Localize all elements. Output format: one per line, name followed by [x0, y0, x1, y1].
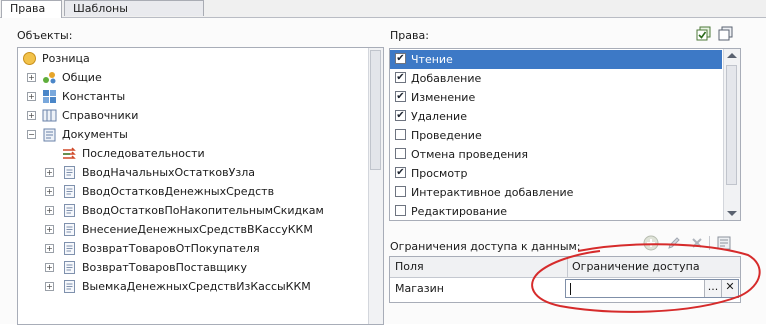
tab-label: Права	[10, 2, 46, 15]
expand-icon[interactable]: +	[45, 244, 54, 253]
tree-item-label: ВозвратТоваровПоставщику	[82, 261, 247, 274]
right-checkbox[interactable]: ✔	[395, 53, 406, 64]
tree-item[interactable]: Розница	[18, 49, 368, 68]
expand-icon[interactable]: +	[45, 263, 54, 272]
right-checkbox[interactable]	[395, 129, 406, 140]
tree-item[interactable]: + Справочники	[18, 106, 368, 125]
document-icon	[62, 165, 77, 180]
right-item[interactable]: Редактирование	[390, 202, 722, 220]
objects-tree[interactable]: Розница + Общие + Константы + Справочники − Доку…	[17, 47, 384, 325]
tree-item-label: Последовательности	[82, 147, 205, 160]
tree-item[interactable]: + ВводОстатковДенежныхСредств	[18, 182, 368, 201]
common-icon	[42, 70, 57, 85]
right-label: Просмотр	[411, 167, 468, 180]
expand-icon[interactable]: +	[27, 73, 36, 82]
tree-item-label: Константы	[62, 90, 126, 103]
tree-item-label: Документы	[62, 128, 128, 141]
scroll-up-arrow-icon[interactable]	[727, 53, 737, 58]
rights-scrollbar-thumb[interactable]	[726, 65, 737, 185]
expand-icon[interactable]: +	[45, 206, 54, 215]
right-checkbox[interactable]: ✔	[395, 167, 406, 178]
right-label: Добавление	[411, 72, 482, 85]
right-label: Отмена проведения	[411, 148, 529, 161]
tree-item[interactable]: + Константы	[18, 87, 368, 106]
sequences-icon	[62, 146, 77, 161]
rights-caption: Права:	[390, 29, 429, 42]
root-circle-icon	[22, 51, 37, 66]
right-item[interactable]: ✔ Просмотр	[390, 164, 722, 183]
right-checkbox[interactable]: ✔	[395, 72, 406, 83]
rights-list[interactable]: ✔ Чтение ✔ Добавление ✔ Изменение ✔ Удаление Про…	[389, 48, 741, 221]
right-checkbox[interactable]: ✔	[395, 110, 406, 121]
right-item[interactable]: Интерактивное добавление	[390, 183, 722, 202]
tree-item[interactable]: − Документы	[18, 125, 368, 144]
scroll-down-arrow-icon[interactable]	[727, 211, 737, 216]
document-icon	[62, 260, 77, 275]
right-item[interactable]: ✔ Удаление	[390, 107, 722, 126]
expand-icon[interactable]: +	[45, 187, 54, 196]
tree-item[interactable]: + ВводНачальныхОстатковУзла	[18, 163, 368, 182]
tree-scrollbar[interactable]	[368, 48, 383, 324]
tree-item-label: Розница	[42, 52, 90, 65]
document-icon	[62, 184, 77, 199]
right-label: Проведение	[411, 129, 482, 142]
right-checkbox[interactable]	[395, 186, 406, 197]
right-checkbox[interactable]	[395, 205, 406, 216]
collapse-icon[interactable]: −	[27, 130, 36, 139]
field-cell: Магазин	[395, 282, 444, 295]
right-label: Удаление	[411, 110, 467, 123]
tree-item[interactable]: + ВозвратТоваровОтПокупателя	[18, 239, 368, 258]
right-item[interactable]: Проведение	[390, 126, 722, 145]
right-label: Редактирование	[411, 205, 507, 218]
tree-item[interactable]: + ВозвратТоваровПоставщику	[18, 258, 368, 277]
constants-icon	[42, 89, 57, 104]
right-label: Изменение	[411, 91, 476, 104]
right-label: Интерактивное добавление	[411, 186, 574, 199]
documents-icon	[42, 127, 57, 142]
catalogs-icon	[42, 108, 57, 123]
tab-rights[interactable]: Права	[1, 0, 62, 18]
expand-icon[interactable]: +	[27, 92, 36, 101]
right-checkbox[interactable]: ✔	[395, 91, 406, 102]
right-item[interactable]: Отмена проведения	[390, 145, 722, 164]
tab-restriction-templates[interactable]: Шаблоны ограничений	[64, 0, 204, 31]
expand-icon[interactable]: +	[45, 282, 54, 291]
right-item[interactable]: ✔ Чтение	[390, 50, 722, 69]
tree-scrollbar-thumb[interactable]	[370, 50, 381, 170]
objects-caption: Объекты:	[17, 29, 73, 42]
column-header-fields[interactable]: Поля	[395, 257, 424, 277]
tree-item-label: ВнесениеДенежныхСредствВКассуККМ	[82, 223, 313, 236]
right-label: Чтение	[411, 53, 453, 66]
tree-item[interactable]: + ВыемкаДенежныхСредствИзКассыККМ	[18, 277, 368, 296]
rights-scrollbar[interactable]	[723, 49, 740, 220]
tree-item-label: ВозвратТоваровОтПокупателя	[82, 242, 260, 255]
red-annotation-circle	[531, 243, 761, 313]
tree-item-label: Общие	[62, 71, 102, 84]
document-icon	[62, 203, 77, 218]
expand-icon[interactable]: +	[45, 168, 54, 177]
expand-icon[interactable]: +	[27, 111, 36, 120]
tree-item-label: Справочники	[62, 109, 139, 122]
check-all-icon[interactable]	[696, 26, 712, 42]
tree-item-label: ВводНачальныхОстатковУзла	[82, 166, 255, 179]
uncheck-all-icon[interactable]	[718, 26, 734, 42]
tree-item-label: ВыемкаДенежныхСредствИзКассыККМ	[82, 280, 311, 293]
tab-strip: Права Шаблоны ограничений	[0, 0, 766, 31]
document-icon	[62, 241, 77, 256]
right-checkbox[interactable]	[395, 148, 406, 159]
tree-item[interactable]: + ВводОстатковПоНакопительнымСкидкам	[18, 201, 368, 220]
tree-item-label: ВводОстатковДенежныхСредств	[82, 185, 275, 198]
tree-item[interactable]: Последовательности	[18, 144, 368, 163]
tree-item[interactable]: + Общие	[18, 68, 368, 87]
right-item[interactable]: ✔ Добавление	[390, 69, 722, 88]
tree-item-label: ВводОстатковПоНакопительнымСкидкам	[82, 204, 324, 217]
document-icon	[62, 222, 77, 237]
tree-item[interactable]: + ВнесениеДенежныхСредствВКассуККМ	[18, 220, 368, 239]
document-icon	[62, 279, 77, 294]
expand-icon[interactable]: +	[45, 225, 54, 234]
right-item[interactable]: ✔ Изменение	[390, 88, 722, 107]
